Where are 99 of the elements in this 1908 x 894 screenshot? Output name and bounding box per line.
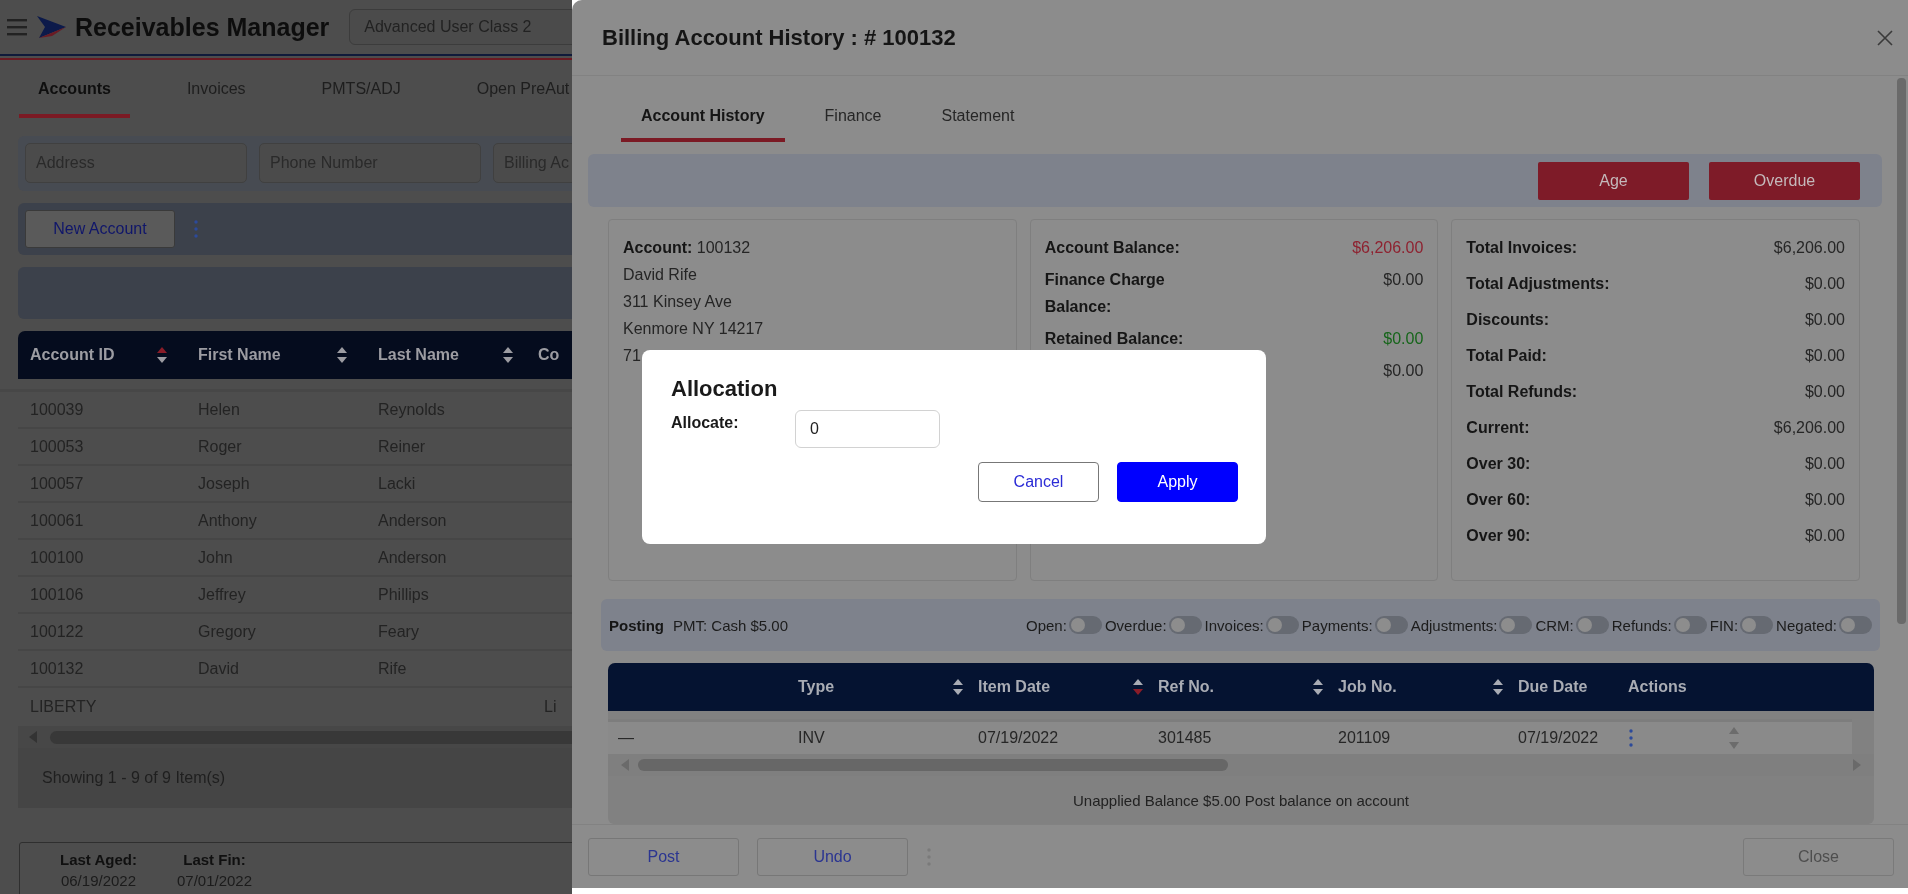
balance-label: Finance Charge Balance: <box>1044 270 1166 317</box>
action-button[interactable]: Age <box>1538 161 1689 200</box>
toggle-switch[interactable] <box>1740 616 1774 634</box>
column-header[interactable]: Due Date <box>1518 678 1588 696</box>
field-label: Allocate: <box>671 414 740 432</box>
column-header[interactable]: Co <box>538 346 560 364</box>
total-label: Discounts: <box>1466 310 1549 330</box>
posting-detail: PMT: Cash $5.00 <box>673 616 790 634</box>
total-label: Over 30: <box>1466 454 1531 474</box>
posting-label: Posting <box>609 616 664 634</box>
toggle-switch[interactable] <box>1839 616 1872 634</box>
toggle-label: Overdue: <box>1104 616 1167 634</box>
total-value: $0.00 <box>1804 274 1845 294</box>
summary-text: Unapplied Balance $5.00 Post balance on account <box>1072 791 1410 809</box>
drawer-title: Billing Account History : # 100132 <box>602 24 956 51</box>
column-header[interactable]: First Name <box>198 346 281 364</box>
sort-icon[interactable] <box>1132 678 1144 696</box>
app-title: Receivables Manager <box>75 12 330 42</box>
scrollbar-thumb[interactable] <box>638 759 1228 771</box>
toggle-switch[interactable] <box>1499 616 1533 634</box>
toggle-switch[interactable] <box>1265 616 1299 634</box>
column-header[interactable]: Ref No. <box>1158 678 1214 696</box>
sort-icon[interactable] <box>502 346 514 364</box>
total-value: $0.00 <box>1804 454 1845 474</box>
total-value: $0.00 <box>1804 346 1845 366</box>
total-value: $6,206.00 <box>1773 238 1845 258</box>
dialog-button[interactable]: Cancel <box>978 462 1099 502</box>
sort-icon[interactable] <box>156 346 168 364</box>
table-cell: 07/19/2022 <box>1518 729 1599 747</box>
dialog-button[interactable]: Apply <box>1117 462 1238 502</box>
toggle-switch[interactable] <box>1168 616 1202 634</box>
table-cell: 301485 <box>1158 729 1212 747</box>
allocate-input[interactable]: 0 <box>795 410 940 448</box>
toggle-switch[interactable] <box>1673 616 1707 634</box>
toggle-switch[interactable] <box>1374 616 1408 634</box>
column-header[interactable]: Last Name <box>378 346 459 364</box>
menu-icon[interactable] <box>6 16 28 38</box>
column-header[interactable]: Job No. <box>1338 678 1397 696</box>
tab[interactable]: Statement <box>921 94 1035 142</box>
footer-button[interactable]: Post <box>588 838 739 876</box>
total-label: Total Invoices: <box>1466 238 1578 258</box>
total-label: Over 60: <box>1466 490 1531 510</box>
tab[interactable]: Account History <box>621 94 785 142</box>
total-label: Total Refunds: <box>1466 382 1578 402</box>
sort-icon[interactable] <box>1492 678 1504 696</box>
tab[interactable]: Finance <box>804 94 902 142</box>
total-value: $0.00 <box>1804 310 1845 330</box>
toggle-label: Payments: <box>1301 616 1373 634</box>
balance-value: $0.00 <box>1383 361 1424 381</box>
date-label: Last Aged: <box>60 850 137 870</box>
total-value: $0.00 <box>1804 382 1845 402</box>
sort-icon[interactable] <box>952 678 964 696</box>
scrollbar-thumb[interactable] <box>50 730 572 744</box>
account-line: 71 <box>623 346 642 366</box>
column-header[interactable]: Actions <box>1628 678 1687 696</box>
total-value: $6,206.00 <box>1773 418 1845 438</box>
row-marker: — <box>618 729 634 747</box>
total-label: Total Paid: <box>1466 346 1547 366</box>
toggle-label: Refunds: <box>1611 616 1672 634</box>
toggle-label: Invoices: <box>1204 616 1264 634</box>
balance-value: $0.00 <box>1383 329 1424 349</box>
column-header[interactable]: Account ID <box>30 346 115 364</box>
toggle-switch[interactable] <box>1575 616 1609 634</box>
table-cell: 201109 <box>1338 729 1391 747</box>
close-icon[interactable] <box>1876 28 1894 47</box>
toggle-label: Open: <box>1026 616 1067 634</box>
account-line: 311 Kinsey Ave <box>623 292 733 312</box>
dialog-title: Allocation <box>671 376 779 402</box>
total-label: Over 90: <box>1466 526 1531 546</box>
total-value: $0.00 <box>1804 526 1845 546</box>
action-button[interactable]: Overdue <box>1709 161 1860 200</box>
column-header[interactable]: Type <box>798 678 835 696</box>
balance-label: Retained Balance: <box>1044 329 1184 349</box>
table-cell: INV <box>798 729 825 747</box>
sort-icon[interactable] <box>336 346 348 364</box>
account-line: Kenmore NY 14217 <box>623 319 765 339</box>
total-label: Current: <box>1466 418 1530 438</box>
balance-value: $0.00 <box>1383 270 1424 290</box>
vertical-scroll-icon[interactable] <box>1728 725 1740 751</box>
toggle-switch[interactable] <box>1068 616 1102 634</box>
table-cell: 07/19/2022 <box>978 729 1059 747</box>
toggle-label: Adjustments: <box>1410 616 1498 634</box>
column-header[interactable]: Item Date <box>978 678 1051 696</box>
balance-value: $6,206.00 <box>1352 238 1424 258</box>
toggle-label: FIN: <box>1709 616 1739 634</box>
row-actions-icon[interactable] <box>1628 728 1634 748</box>
toggle-label: CRM: <box>1535 616 1574 634</box>
sort-icon[interactable] <box>1312 678 1324 696</box>
account-number: Account: 100132 <box>623 238 752 258</box>
more-icon[interactable] <box>193 219 199 239</box>
footer-button[interactable]: Undo <box>757 838 908 876</box>
scrollbar-thumb[interactable] <box>1897 78 1906 624</box>
total-label: Total Adjustments: <box>1466 274 1610 294</box>
total-value: $0.00 <box>1804 490 1845 510</box>
logo-icon <box>36 14 67 40</box>
toggle-label: Negated: <box>1776 616 1837 634</box>
account-line: David Rife <box>623 265 698 285</box>
balance-label: Account Balance: <box>1044 238 1180 258</box>
date-label: Last Fin: <box>183 850 246 870</box>
